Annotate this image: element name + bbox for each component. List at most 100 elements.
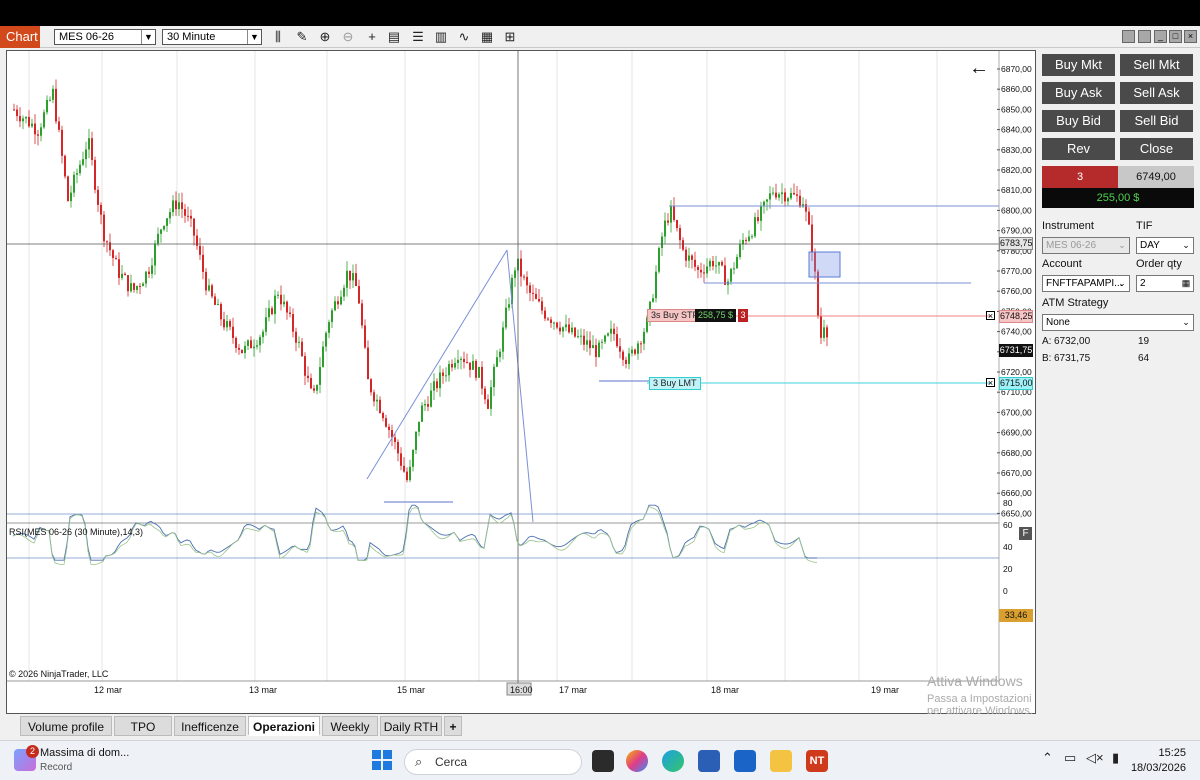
network-icon[interactable]: ▭ xyxy=(1064,750,1076,766)
outlook-icon[interactable] xyxy=(734,750,756,772)
candle-body xyxy=(223,319,225,328)
candle-body xyxy=(667,220,669,223)
candle-body xyxy=(538,298,540,302)
close-icon[interactable]: × xyxy=(1184,30,1197,43)
chevron-down-icon: ⌄ xyxy=(1118,240,1126,250)
candle-body xyxy=(595,345,597,357)
window-tile-icon[interactable] xyxy=(1122,30,1135,43)
candle-body xyxy=(739,244,741,258)
volume-mute-icon[interactable]: ◁× xyxy=(1086,750,1104,766)
chevron-up-icon[interactable]: ⌃ xyxy=(1042,750,1053,766)
rsi-value-badge: 33,46 xyxy=(999,609,1033,622)
pencil-icon[interactable]: ✎ xyxy=(294,29,310,45)
indicators-icon[interactable]: ∿ xyxy=(456,29,472,45)
sell-market-button[interactable]: Sell Mkt xyxy=(1120,54,1193,76)
tab-operazioni[interactable]: Operazioni xyxy=(248,716,320,736)
close-position-button[interactable]: Close xyxy=(1120,138,1193,160)
tab-volume-profile[interactable]: Volume profile xyxy=(20,716,112,736)
stop-order-qty[interactable]: 3 xyxy=(738,309,748,322)
sell-bid-button[interactable]: Sell Bid xyxy=(1120,110,1193,132)
maximize-icon[interactable]: □ xyxy=(1169,30,1182,43)
task-view-icon[interactable] xyxy=(592,750,614,772)
notification-title[interactable]: Massima di dom... xyxy=(40,747,129,759)
buy-ask-button[interactable]: Buy Ask xyxy=(1042,82,1115,104)
quantity-grid-icon[interactable]: ▦ xyxy=(1180,277,1192,290)
back-arrow-icon[interactable]: ← xyxy=(969,57,989,80)
copilot-icon[interactable] xyxy=(626,750,648,772)
candle-body xyxy=(769,193,771,200)
buy-bid-button[interactable]: Buy Bid xyxy=(1042,110,1115,132)
candle-body xyxy=(502,327,504,352)
instrument-selector-value: MES 06-26 xyxy=(59,31,115,43)
store-icon[interactable] xyxy=(698,750,720,772)
minimize-icon[interactable]: _ xyxy=(1154,30,1167,43)
data-box-icon[interactable]: ▤ xyxy=(386,29,402,45)
ninjatrader-icon[interactable]: NT xyxy=(806,750,828,772)
candle-body xyxy=(718,262,720,266)
tab-daily-rth[interactable]: Daily RTH xyxy=(380,716,442,736)
instrument-selector[interactable]: MES 06-26 ▼ xyxy=(54,29,156,45)
trend-line[interactable] xyxy=(366,249,508,480)
chevron-down-icon: ⌄ xyxy=(1182,317,1190,327)
candle-body xyxy=(316,384,318,391)
candle-body xyxy=(439,372,441,389)
candle-body xyxy=(331,310,333,323)
candle-body xyxy=(211,285,213,297)
chart-panel[interactable]: 6870,00 6860,00 6850,00 6840,00 6830,00 6820,… xyxy=(6,50,1036,717)
chart-trader-icon[interactable]: ⊞ xyxy=(502,29,518,45)
candle-body xyxy=(199,245,201,255)
zoom-in-icon[interactable]: ⊕ xyxy=(317,29,333,45)
tab-tpo[interactable]: TPO xyxy=(114,716,172,736)
price-tick-label: 6720,00 xyxy=(1001,367,1032,377)
strategies-icon[interactable]: ▥ xyxy=(433,29,449,45)
candle-body xyxy=(613,328,615,335)
candle-body xyxy=(172,200,174,213)
windows-start-icon[interactable] xyxy=(372,750,392,770)
atm-strategy-select[interactable]: None ⌄ xyxy=(1042,314,1194,331)
battery-icon[interactable]: ▮ xyxy=(1112,750,1119,766)
edge-icon[interactable] xyxy=(662,750,684,772)
taskbar-search-input[interactable]: ⌕ Cerca xyxy=(404,749,582,775)
zone-rectangle[interactable] xyxy=(808,251,841,278)
tab-weekly[interactable]: Weekly xyxy=(322,716,378,736)
tif-select[interactable]: DAY ⌄ xyxy=(1136,237,1194,254)
cancel-order-icon[interactable]: × xyxy=(986,378,995,388)
minimize-icon[interactable] xyxy=(1138,30,1151,43)
reverse-button[interactable]: Rev xyxy=(1042,138,1115,160)
file-explorer-icon[interactable] xyxy=(770,750,792,772)
sell-ask-button[interactable]: Sell Ask xyxy=(1120,82,1193,104)
candle-body xyxy=(400,453,402,466)
candle-body xyxy=(229,320,231,327)
bars-icon[interactable]: ⫼ xyxy=(270,29,286,45)
interval-selector[interactable]: 30 Minute ▼ xyxy=(162,29,262,45)
buy-market-button[interactable]: Buy Mkt xyxy=(1042,54,1115,76)
account-select[interactable]: FNFTFAPAMPI... ⌄ xyxy=(1042,275,1130,292)
zoom-out-icon[interactable]: ⊖ xyxy=(340,29,356,45)
clock-date[interactable]: 18/03/2026 xyxy=(1126,762,1186,774)
templates-icon[interactable]: ▦ xyxy=(479,29,495,45)
crosshair-icon[interactable]: + xyxy=(364,29,380,45)
candle-body xyxy=(628,353,630,365)
cancel-order-icon[interactable]: × xyxy=(986,311,995,321)
date-tick-label: 18 mar xyxy=(711,685,739,695)
price-chart[interactable]: 6870,00 6860,00 6850,00 6840,00 6830,00 6820,… xyxy=(7,51,1035,713)
add-tab-button[interactable]: + xyxy=(444,716,462,736)
tab-inefficenze[interactable]: Inefficenze xyxy=(174,716,246,736)
rsi-flag-button[interactable]: F xyxy=(1019,527,1032,540)
properties-icon[interactable]: ☰ xyxy=(410,29,426,45)
limit-order-label[interactable]: 3 Buy LMT xyxy=(649,377,701,390)
candle-body xyxy=(658,248,660,272)
candle-body xyxy=(154,243,156,266)
candle-body xyxy=(583,335,585,345)
candle-body xyxy=(271,308,273,315)
stop-order-pnl: 258,75 $ xyxy=(695,309,737,322)
chart-window-tab[interactable]: Chart xyxy=(0,26,40,48)
clock-time[interactable]: 15:25 xyxy=(1150,747,1186,759)
position-qty: 3 xyxy=(1042,166,1118,188)
candle-body xyxy=(25,116,27,119)
interval-selector-value: 30 Minute xyxy=(167,31,216,43)
candle-body xyxy=(49,99,51,101)
candle-body xyxy=(109,242,111,251)
order-qty-input[interactable]: 2 ▦ xyxy=(1136,275,1194,292)
price-tick-label: 6740,00 xyxy=(1001,327,1032,337)
